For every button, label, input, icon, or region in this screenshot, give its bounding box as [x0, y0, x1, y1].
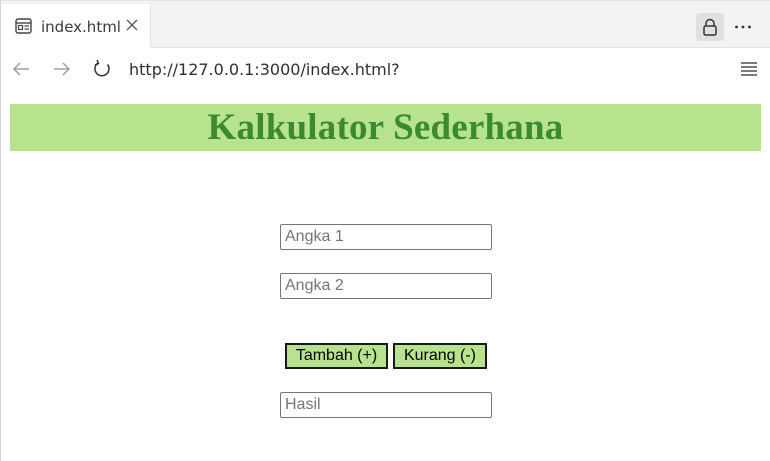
- close-icon[interactable]: [125, 18, 139, 32]
- add-button[interactable]: Tambah (+): [285, 343, 388, 369]
- back-arrow-icon[interactable]: [11, 59, 31, 79]
- page-icon: [15, 18, 32, 34]
- more-icon: [735, 25, 751, 29]
- number2-input[interactable]: [280, 273, 492, 299]
- page-header: Kalkulator Sederhana: [10, 104, 761, 151]
- lock-icon: [703, 18, 717, 36]
- more-button[interactable]: [731, 13, 755, 41]
- address-bar[interactable]: http://127.0.0.1:3000/index.html?: [129, 60, 400, 79]
- navigation-bar: http://127.0.0.1:3000/index.html?: [1, 48, 770, 92]
- page-content: Kalkulator Sederhana Tambah (+) Kurang (…: [1, 92, 770, 461]
- lock-button[interactable]: [696, 13, 724, 41]
- tab-index[interactable]: index.html: [1, 4, 151, 49]
- tab-strip: index.html: [1, 0, 770, 49]
- tab-title: index.html: [41, 18, 121, 36]
- menu-icon[interactable]: [740, 61, 758, 77]
- number1-input[interactable]: [280, 224, 492, 250]
- browser-window: index.html http://127.0.0.1:3000/index.h…: [0, 0, 770, 461]
- forward-arrow-icon[interactable]: [52, 59, 72, 79]
- subtract-button[interactable]: Kurang (-): [393, 343, 487, 369]
- page-title: Kalkulator Sederhana: [207, 107, 564, 148]
- reload-icon[interactable]: [92, 59, 112, 79]
- result-field[interactable]: [280, 392, 492, 418]
